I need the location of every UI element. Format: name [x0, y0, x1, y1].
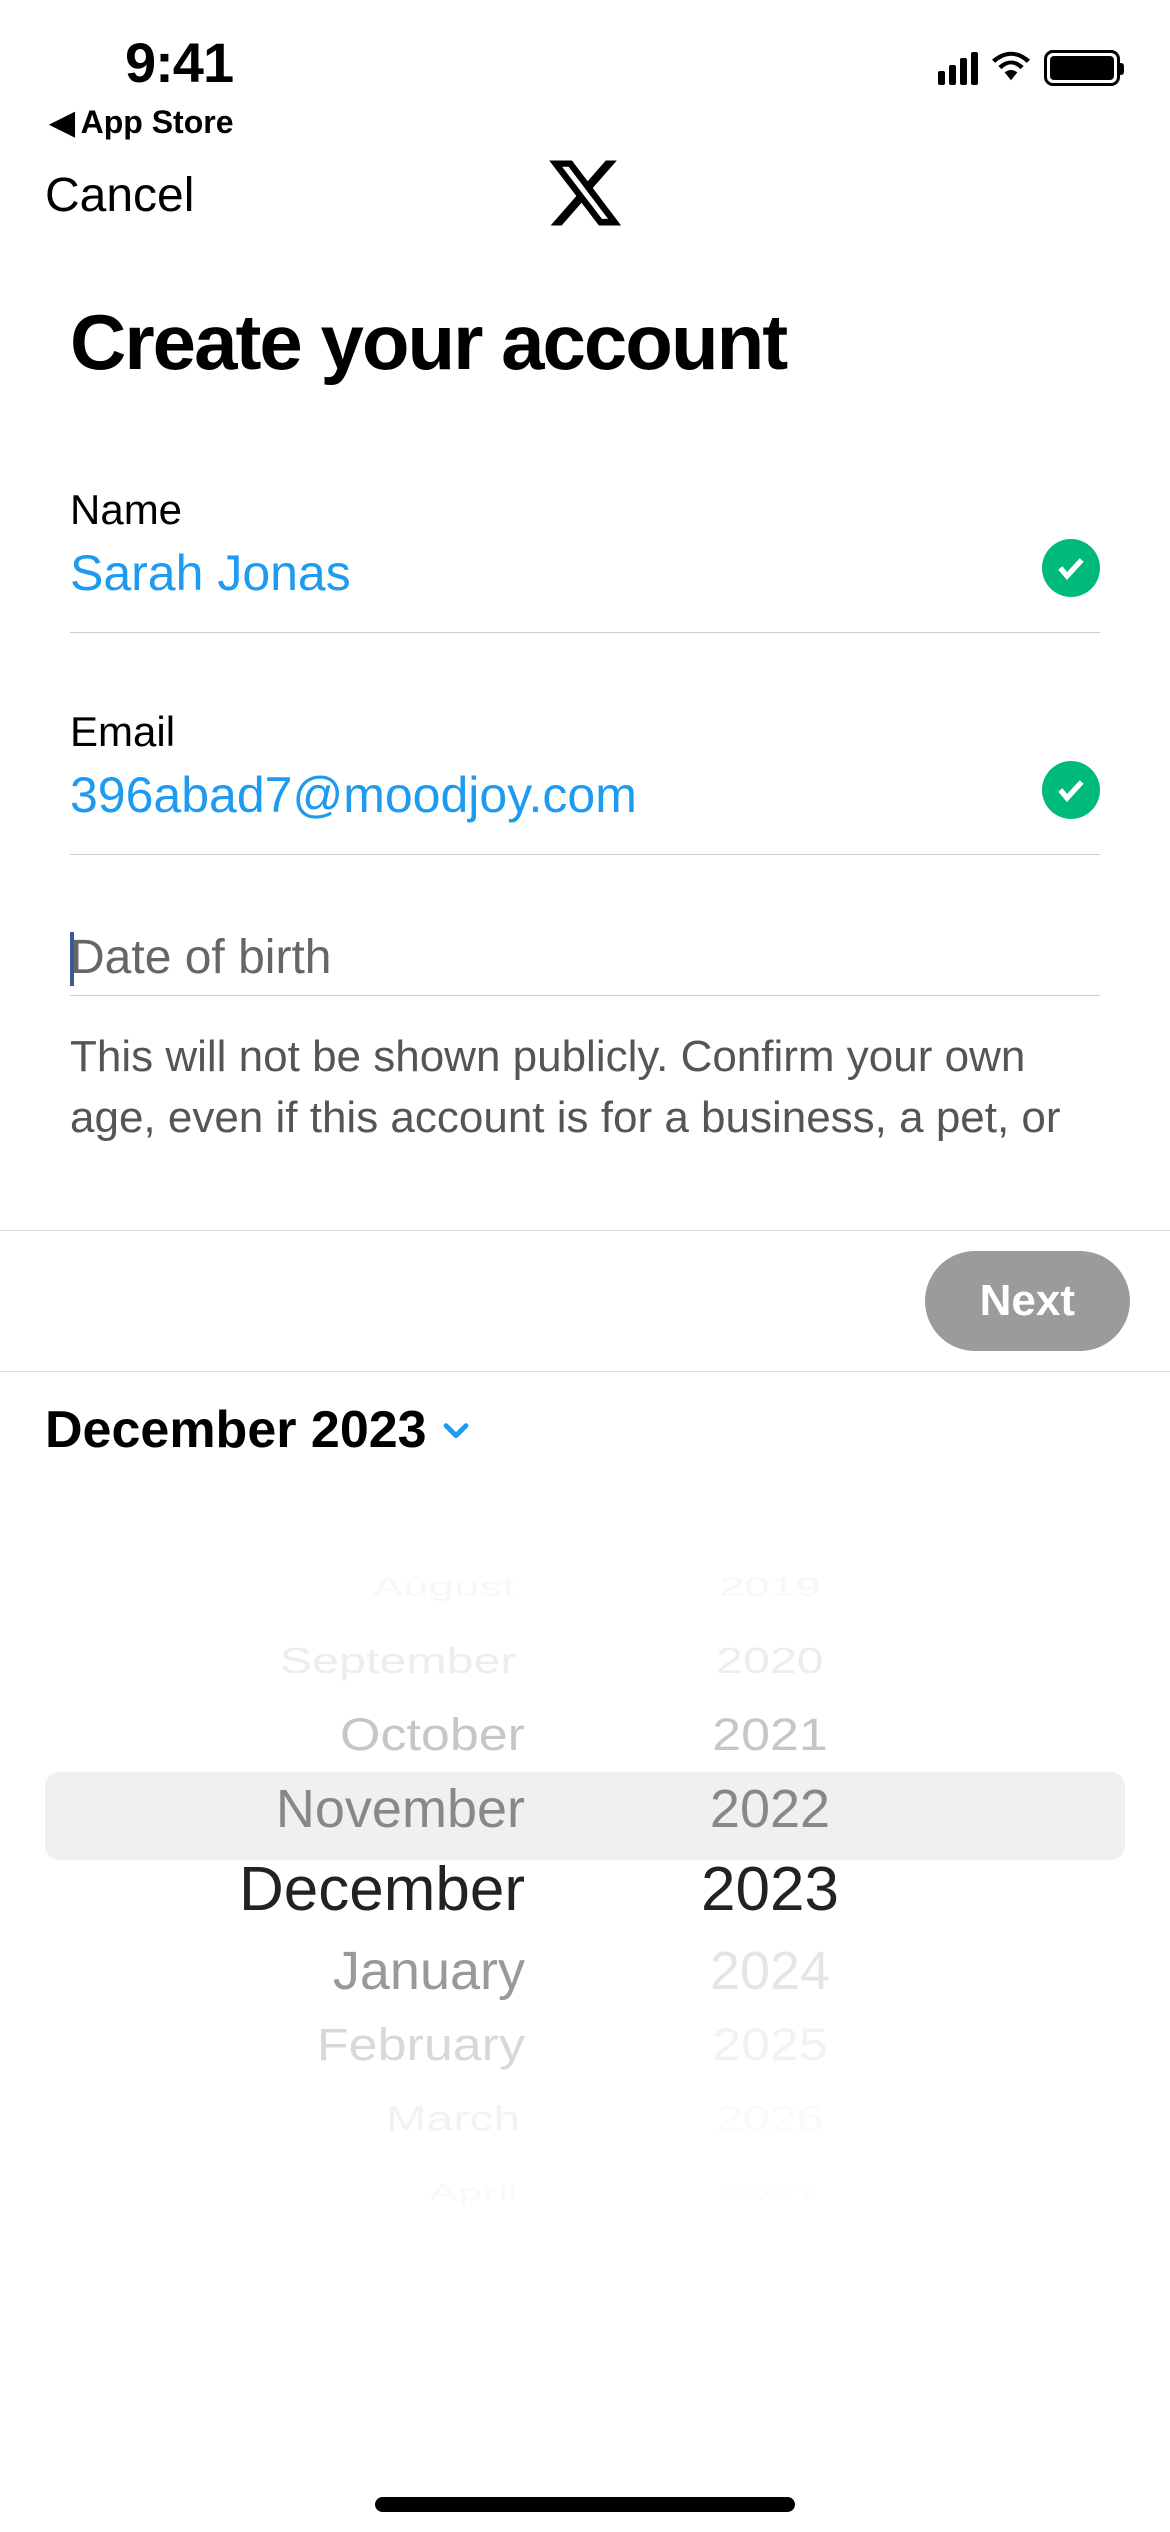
nav-header: Cancel — [0, 110, 1170, 240]
chevron-down-icon — [439, 1400, 473, 1460]
check-icon — [1042, 761, 1100, 819]
date-picker: December 2023 August September October N… — [0, 1380, 1170, 2070]
wheel-item[interactable]: 2019 — [719, 1569, 821, 1606]
action-bar: Next — [0, 1230, 1170, 1372]
wheel-item[interactable]: 2027 — [720, 2176, 819, 2209]
wheel-item[interactable]: March — [386, 2094, 520, 2144]
wheel-item[interactable]: September — [280, 1635, 517, 1687]
name-value: Sarah Jonas — [70, 544, 1100, 602]
wheel-item-selected[interactable]: December — [239, 1846, 525, 1934]
wifi-icon — [992, 51, 1030, 86]
wheel-item[interactable]: 2021 — [712, 1702, 828, 1767]
wheel-item-selected[interactable]: 2023 — [701, 1846, 839, 1934]
status-icons — [938, 30, 1120, 86]
name-label: Name — [70, 486, 1100, 534]
wheel-item[interactable]: April — [428, 2176, 517, 2209]
next-button[interactable]: Next — [925, 1251, 1130, 1351]
status-time: 9:41 — [125, 30, 234, 95]
email-field[interactable]: Email 396abad7@moodjoy.com — [70, 708, 1100, 855]
page-title: Create your account — [70, 300, 1100, 386]
wheel-item[interactable]: 2026 — [716, 2094, 824, 2144]
status-bar: 9:41 ◀ App Store — [0, 0, 1170, 110]
wheel-item[interactable]: August — [373, 1569, 515, 1606]
cancel-button[interactable]: Cancel — [45, 168, 194, 223]
name-field[interactable]: Name Sarah Jonas — [70, 486, 1100, 633]
year-wheel[interactable]: 2019 2020 2021 2022 2023 2024 2025 2026 … — [645, 1550, 895, 2050]
battery-icon — [1044, 50, 1120, 86]
picker-header-label: December 2023 — [45, 1400, 427, 1460]
wheel-item[interactable]: 2025 — [712, 2012, 828, 2077]
wheel-item[interactable]: 2020 — [716, 1635, 824, 1687]
home-indicator[interactable] — [375, 2497, 795, 2512]
wheel-item[interactable]: 2024 — [710, 1934, 830, 2008]
wheel-item[interactable]: February — [317, 2012, 525, 2077]
dob-placeholder: Date of birth — [70, 930, 1100, 985]
wheel-item[interactable]: November — [276, 1772, 525, 1846]
email-value: 396abad7@moodjoy.com — [70, 766, 1100, 824]
wheel-item[interactable]: January — [333, 1934, 525, 2008]
dob-helper-text: This will not be shown publicly. Confirm… — [70, 1026, 1100, 1149]
dob-field[interactable]: Date of birth — [70, 930, 1100, 996]
x-logo-icon — [545, 153, 625, 238]
wheel-item[interactable]: 2022 — [710, 1772, 830, 1846]
picker-header-toggle[interactable]: December 2023 — [45, 1400, 1125, 1460]
text-cursor — [70, 932, 74, 986]
check-icon — [1042, 539, 1100, 597]
cellular-signal-icon — [938, 52, 978, 85]
wheel-item[interactable]: October — [340, 1702, 525, 1767]
email-label: Email — [70, 708, 1100, 756]
month-wheel[interactable]: August September October November Decemb… — [125, 1550, 565, 2050]
